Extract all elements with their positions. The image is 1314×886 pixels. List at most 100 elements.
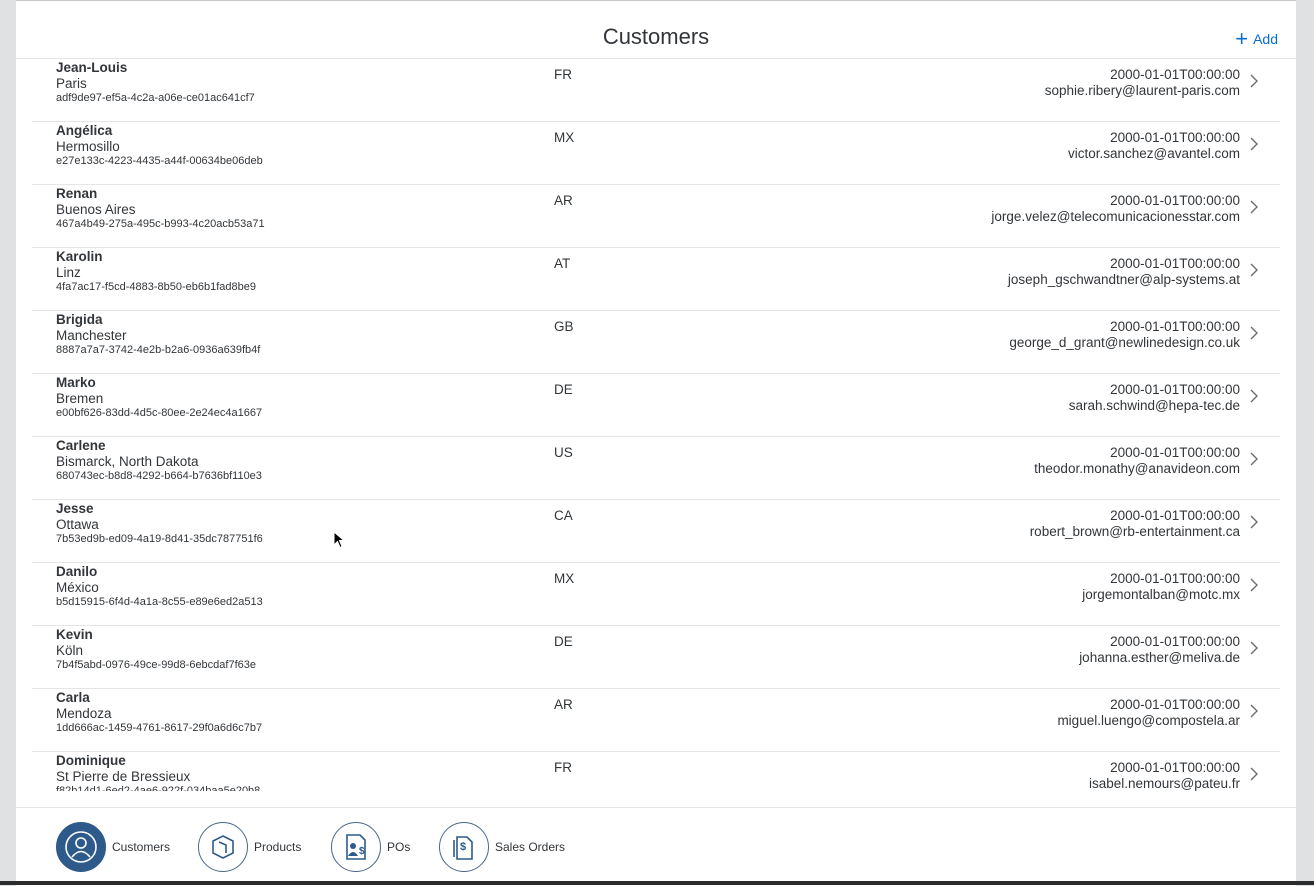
customer-date: 2000-01-01T00:00:00: [1110, 634, 1240, 649]
customer-name: Carla: [56, 690, 90, 705]
customer-name: Renan: [56, 186, 98, 201]
add-customer-button[interactable]: + Add: [1235, 28, 1278, 50]
customer-country: AR: [554, 193, 573, 208]
customer-name: Carlene: [56, 438, 106, 453]
customer-date: 2000-01-01T00:00:00: [1110, 67, 1240, 82]
customer-list[interactable]: Jean-Louis Paris adf9de97-ef5a-4c2a-a06e-c…: [32, 59, 1280, 791]
customer-country: MX: [554, 571, 575, 586]
customer-name: Dominique: [56, 753, 126, 768]
customer-email: isabel.nemours@pateu.fr: [1088, 776, 1240, 791]
customer-country: CA: [554, 508, 573, 523]
nav-products[interactable]: Products: [198, 821, 301, 873]
customer-city: Buenos Aires: [56, 202, 136, 217]
customer-city: Bismarck, North Dakota: [56, 454, 199, 469]
chevron-right-icon: [1250, 515, 1258, 529]
page-title: Customers: [602, 24, 710, 49]
customer-country: DE: [554, 382, 573, 397]
customer-date: 2000-01-01T00:00:00: [1110, 571, 1240, 586]
chevron-right-icon: [1250, 200, 1258, 214]
customer-name: Marko: [56, 375, 96, 390]
customer-name: Jean-Louis: [56, 60, 128, 75]
nav-products-label: Products: [254, 840, 302, 854]
customer-date: 2000-01-01T00:00:00: [1110, 193, 1240, 208]
svg-text:$: $: [359, 846, 365, 857]
nav-customers-label: Customers: [112, 840, 171, 854]
customer-country: AT: [554, 256, 571, 271]
customer-date: 2000-01-01T00:00:00: [1110, 382, 1240, 397]
customer-row[interactable]: Karolin Linz 4fa7ac17-f5cd-4883-8b50-eb6b1…: [32, 248, 1280, 311]
sales-order-icon: $: [439, 822, 489, 872]
customer-date: 2000-01-01T00:00:00: [1110, 130, 1240, 145]
customer-country: DE: [554, 634, 573, 649]
customer-email: theodor.monathy@anavideon.com: [1034, 461, 1240, 476]
customer-city: St Pierre de Bressieux: [56, 769, 191, 784]
customer-id: e00bf626-83dd-4d5c-80ee-2e24ec4a1667: [56, 407, 263, 419]
customer-city: Paris: [56, 76, 87, 91]
chevron-right-icon: [1250, 263, 1258, 277]
customer-id: 467a4b49-275a-495c-b993-4c20acb53a71: [56, 218, 265, 230]
customer-id: 7b4f5abd-0976-49ce-99d8-6ebcdaf7f63e: [56, 659, 256, 671]
customer-country: FR: [554, 760, 572, 775]
nav-pos[interactable]: $ POs: [331, 821, 410, 873]
customer-email: joseph_gschwandtner@alp-systems.at: [1007, 272, 1240, 287]
customer-country: GB: [554, 319, 574, 334]
customer-row[interactable]: Angélica Hermosillo e27e133c-4223-4435-a44…: [32, 122, 1280, 185]
customer-row[interactable]: Dominique St Pierre de Bressieux f82b14d1-…: [32, 752, 1280, 791]
customer-row[interactable]: Brigida Manchester 8887a7a7-3742-4e2b-b2a6…: [32, 311, 1280, 374]
customer-city: México: [56, 580, 99, 595]
chevron-right-icon: [1250, 452, 1258, 466]
customer-email: robert_brown@rb-entertainment.ca: [1029, 524, 1240, 539]
customer-row[interactable]: Marko Bremen e00bf626-83dd-4d5c-80ee-2e24e…: [32, 374, 1280, 437]
customer-country: MX: [554, 130, 575, 145]
customer-name: Angélica: [56, 123, 113, 138]
customer-row[interactable]: Carla Mendoza 1dd666ac-1459-4761-8617-29f0…: [32, 689, 1280, 752]
customer-row[interactable]: Jesse Ottawa 7b53ed9b-ed09-4a19-8d41-35dc7…: [32, 500, 1280, 563]
customer-id: b5d15915-6f4d-4a1a-8c55-e89e6ed2a513: [56, 596, 263, 608]
customer-date: 2000-01-01T00:00:00: [1110, 697, 1240, 712]
nav-sales-orders[interactable]: $ Sales Orders: [439, 821, 565, 873]
customer-row[interactable]: Jean-Louis Paris adf9de97-ef5a-4c2a-a06e-c…: [32, 59, 1280, 122]
page-header: Customers + Add: [16, 1, 1296, 59]
chevron-right-icon: [1250, 704, 1258, 718]
customer-id: 4fa7ac17-f5cd-4883-8b50-eb6b1fad8be9: [56, 281, 256, 293]
customer-email: jorge.velez@telecomunicacionesstar.com: [991, 209, 1240, 224]
customer-email: jorgemontalban@motc.mx: [1082, 587, 1240, 602]
customer-id: 7b53ed9b-ed09-4a19-8d41-35dc787751f6: [56, 533, 263, 545]
chevron-right-icon: [1250, 326, 1258, 340]
svg-text:$: $: [460, 841, 466, 853]
customer-row[interactable]: Renan Buenos Aires 467a4b49-275a-495c-b993…: [32, 185, 1280, 248]
customer-date: 2000-01-01T00:00:00: [1110, 508, 1240, 523]
customer-row[interactable]: Kevin Köln 7b4f5abd-0976-49ce-99d8-6ebcdaf…: [32, 626, 1280, 689]
customer-email: johanna.esther@meliva.de: [1079, 650, 1240, 665]
customer-name: Kevin: [56, 627, 93, 642]
add-button-label: Add: [1253, 31, 1278, 47]
customer-city: Bremen: [56, 391, 104, 406]
customer-country: US: [554, 445, 573, 460]
customer-email: sarah.schwind@hepa-tec.de: [1068, 398, 1240, 413]
customer-city: Manchester: [56, 328, 127, 343]
chevron-right-icon: [1250, 137, 1258, 151]
product-box-icon: [198, 822, 248, 872]
customer-email: george_d_grant@newlinedesign.co.uk: [1009, 335, 1240, 350]
bottom-navigation: Customers Products $ POs $ Sales Orders: [16, 807, 1296, 886]
customer-date: 2000-01-01T00:00:00: [1110, 256, 1240, 271]
nav-customers[interactable]: Customers: [56, 821, 170, 873]
customer-name: Danilo: [56, 564, 98, 579]
nav-sales-orders-label: Sales Orders: [495, 840, 566, 854]
customer-city: Linz: [56, 265, 81, 280]
customer-date: 2000-01-01T00:00:00: [1110, 760, 1240, 775]
customer-city: Hermosillo: [56, 139, 120, 154]
window-bottom-edge: [0, 881, 1314, 885]
chevron-right-icon: [1250, 641, 1258, 655]
customer-city: Köln: [56, 643, 84, 658]
customer-row[interactable]: Danilo México b5d15915-6f4d-4a1a-8c55-e89e…: [32, 563, 1280, 626]
customer-name: Jesse: [56, 501, 94, 516]
plus-icon: +: [1235, 26, 1249, 51]
customer-id: 1dd666ac-1459-4761-8617-29f0a6d6c7b7: [56, 722, 263, 734]
customer-email: victor.sanchez@avantel.com: [1067, 146, 1240, 161]
customer-id: adf9de97-ef5a-4c2a-a06e-ce01ac641cf7: [56, 92, 255, 104]
customer-id: 8887a7a7-3742-4e2b-b2a6-0936a639fb4f: [56, 344, 261, 356]
customer-row[interactable]: Carlene Bismarck, North Dakota 680743ec-b8…: [32, 437, 1280, 500]
chevron-right-icon: [1250, 578, 1258, 592]
customer-name: Brigida: [56, 312, 103, 327]
